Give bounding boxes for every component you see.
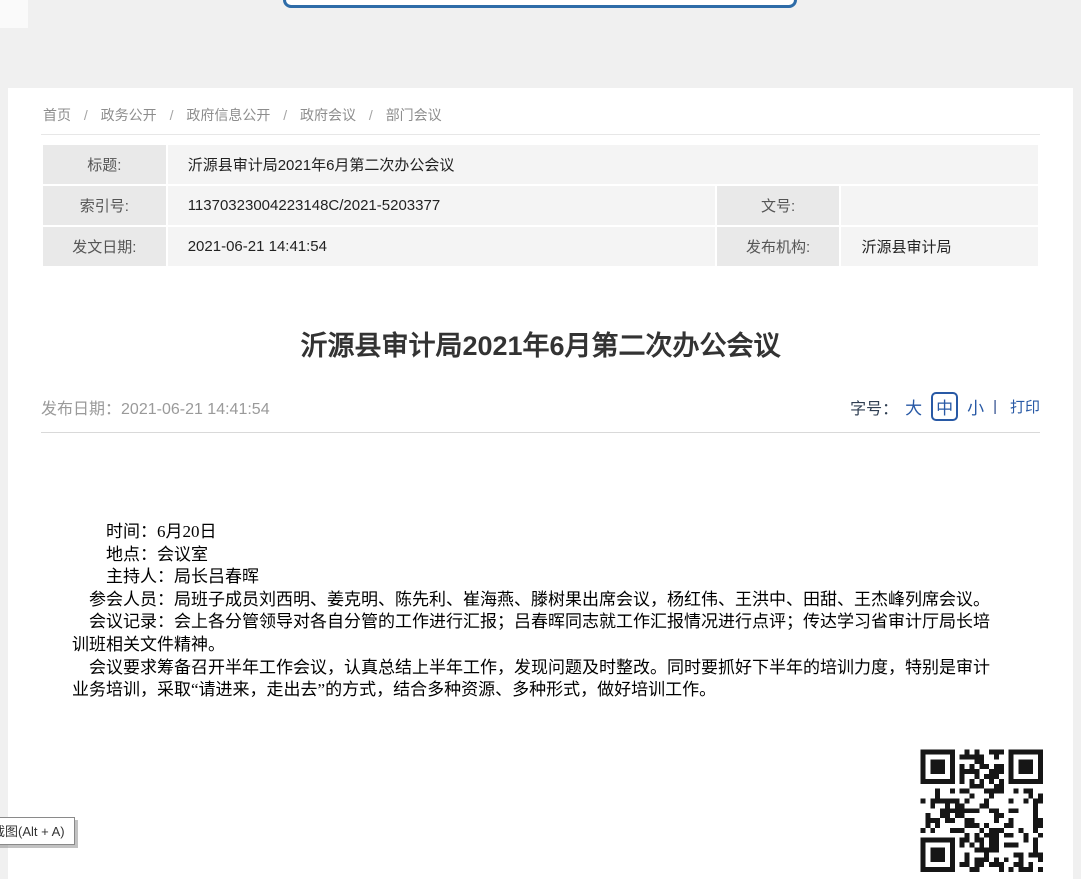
publish-date-label: 发布日期： [41, 401, 121, 418]
corner-square [0, 0, 28, 28]
search-box-partial[interactable] [283, 0, 797, 8]
paragraph-time: 时间：6月20日 [72, 521, 1004, 544]
breadcrumb-home[interactable]: 首页 [43, 107, 71, 123]
divider: | [993, 398, 997, 415]
paragraph-host: 主持人：局长吕春晖 [72, 566, 1004, 589]
publish-date: 发布日期：2021-06-21 14:41:54 [41, 395, 270, 419]
page-title: 沂源县审计局2021年6月第二次办公会议 [41, 328, 1040, 364]
doc-number-label: 文号: [717, 186, 840, 225]
font-size-small-button[interactable]: 小 [967, 394, 984, 419]
font-size-tools: 字号： 大 中 小 | 打印 [850, 392, 1040, 421]
font-size-large-button[interactable]: 大 [905, 394, 922, 419]
qr-code [920, 749, 1044, 879]
screenshot-tooltip: 截图(Alt + A) [0, 817, 75, 845]
metadata-table: 标题: 沂源县审计局2021年6月第二次办公会议 索引号: 1137032300… [41, 143, 1040, 268]
paragraph-minutes: 会议记录：会上各分管领导对各自分管的工作进行汇报；吕春晖同志就工作汇报情况进行点… [72, 611, 1004, 656]
breadcrumb: 首页 / 政务公开 / 政府信息公开 / 政府会议 / 部门会议 [41, 88, 1040, 135]
index-number-value: 11370323004223148C/2021-5203377 [168, 186, 715, 225]
font-size-label: 字号： [850, 395, 898, 419]
issue-date-label: 发文日期: [43, 227, 166, 266]
paragraph-attendees: 参会人员：局班子成员刘西明、姜克明、陈先利、崔海燕、滕树果出席会议，杨红伟、王洪… [72, 589, 1004, 612]
article-meta-line: 发布日期：2021-06-21 14:41:54 字号： 大 中 小 | 打印 [41, 392, 1040, 433]
index-number-label: 索引号: [43, 186, 166, 225]
table-row: 发文日期: 2021-06-21 14:41:54 发布机构: 沂源县审计局 [43, 227, 1038, 266]
table-row: 索引号: 11370323004223148C/2021-5203377 文号: [43, 186, 1038, 225]
breadcrumb-separator: / [369, 107, 373, 123]
issuing-agency-label: 发布机构: [717, 227, 840, 266]
breadcrumb-zwgk[interactable]: 政务公开 [101, 107, 157, 123]
title-value: 沂源县审计局2021年6月第二次办公会议 [168, 145, 1038, 184]
table-row: 标题: 沂源县审计局2021年6月第二次办公会议 [43, 145, 1038, 184]
breadcrumb-zfhy[interactable]: 政府会议 [300, 107, 356, 123]
paragraph-requirements: 会议要求筹备召开半年工作会议，认真总结上半年工作，发现问题及时整改。同时要抓好下… [72, 657, 1004, 702]
issuing-agency-value: 沂源县审计局 [841, 227, 1038, 266]
publish-date-value: 2021-06-21 14:41:54 [121, 401, 270, 418]
font-size-medium-button[interactable]: 中 [931, 392, 958, 421]
page: 首页 / 政务公开 / 政府信息公开 / 政府会议 / 部门会议 标题: 沂源县… [0, 0, 1081, 879]
paragraph-place: 地点：会议室 [72, 544, 1004, 567]
title-label: 标题: [43, 145, 166, 184]
breadcrumb-separator: / [84, 107, 88, 123]
print-button[interactable]: 打印 [1010, 396, 1040, 417]
doc-number-value [841, 186, 1038, 225]
breadcrumb-separator: / [283, 107, 287, 123]
issue-date-value: 2021-06-21 14:41:54 [168, 227, 715, 266]
article-body: 时间：6月20日 地点：会议室 主持人：局长吕春晖 参会人员：局班子成员刘西明、… [41, 521, 1040, 702]
content-panel: 首页 / 政务公开 / 政府信息公开 / 政府会议 / 部门会议 标题: 沂源县… [8, 88, 1073, 879]
breadcrumb-zfxxgk[interactable]: 政府信息公开 [186, 107, 270, 123]
breadcrumb-separator: / [170, 107, 174, 123]
breadcrumb-bmhy[interactable]: 部门会议 [386, 107, 442, 123]
